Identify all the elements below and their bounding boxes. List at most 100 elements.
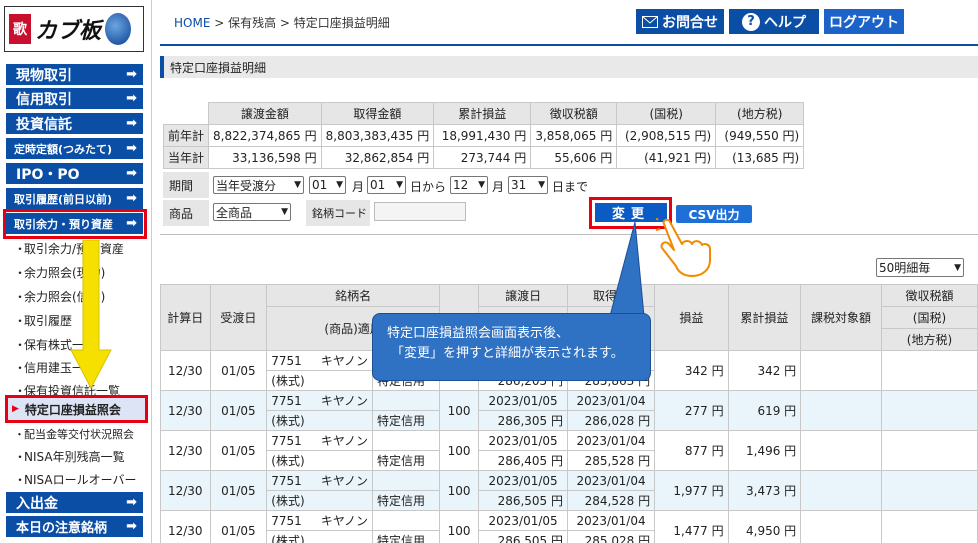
highlight-box-tokutei [5, 395, 148, 423]
period-type-select[interactable]: 当年受渡分 ▼ [213, 176, 304, 194]
issue-code: 7751 [271, 434, 302, 448]
breadcrumb-home-link[interactable]: HOME [174, 16, 210, 30]
cell-profit: 342 円 [654, 350, 729, 391]
from-day-select[interactable]: 01 ▼ [367, 176, 406, 194]
chevron-down-icon: ▼ [396, 180, 403, 190]
breadcrumb: HOME > 保有残高 > 特定口座損益明細 [174, 14, 390, 31]
sub-item[interactable]: ・取引履歴 [14, 312, 72, 329]
nav-ipo[interactable]: IPO・PO ➡ [6, 163, 143, 184]
cell-acquire-amount: 285,528 円 [567, 450, 656, 471]
nav-label: 信用取引 [16, 91, 72, 108]
summary-cell: (13,685 円) [715, 146, 805, 169]
arrow-right-icon: ➡ [126, 519, 137, 534]
month-unit: 月 [352, 180, 365, 194]
rows-per-page-select[interactable]: 50明細毎 ▼ [876, 258, 964, 277]
table-row: 12/3001/057751 キヤノン 1002023/01/052023/01/… [160, 470, 978, 511]
summary-header: 徴収税額 [530, 102, 618, 125]
chevron-down-icon: ▼ [336, 180, 343, 190]
select-value: 12 [453, 178, 469, 192]
sub-item[interactable]: ・配当金等交付状況照会 [14, 426, 134, 442]
nav-shinyo[interactable]: 信用取引 ➡ [6, 88, 143, 109]
logo-text: カブ板 [35, 18, 102, 44]
summary-header: 累計損益 [433, 102, 532, 125]
cell-code: 7751 キヤノン [266, 510, 373, 531]
cell-code: 7751 キヤノン [266, 430, 373, 451]
contact-button[interactable]: お問合せ [636, 9, 724, 34]
contact-label: お問合せ [662, 14, 718, 31]
cell-calc-date: 12/30 [160, 430, 211, 471]
summary-cell: 18,991,430 円 [433, 124, 532, 147]
cell-settle-date: 01/05 [209, 430, 268, 471]
logout-button[interactable]: ログアウト [824, 9, 904, 34]
issue-code-input[interactable] [374, 202, 466, 221]
summary-header: 譲渡金額 [208, 102, 322, 125]
cell-blank [371, 470, 440, 491]
issue-name: キヤノン [320, 474, 368, 488]
to-day-select[interactable]: 31 ▼ [508, 176, 548, 194]
logo[interactable]: 歌 カブ板 [4, 6, 144, 52]
product-select[interactable]: 全商品 ▼ [213, 203, 291, 221]
callout-line: 「変更」を押すと詳細が表示されます。 [391, 346, 624, 361]
select-value: 01 [312, 178, 328, 192]
cell-transfer-date: 2023/01/05 [478, 470, 569, 491]
pointing-hand-icon [656, 218, 711, 277]
cell-acquire-date: 2023/01/04 [567, 430, 656, 451]
summary-row: 前年計 8,822,374,865 円 8,803,383,435 円 18,9… [162, 124, 805, 147]
summary-cell: 55,606 円 [530, 146, 618, 169]
help-label: ヘルプ [764, 14, 806, 31]
cell-tax [880, 390, 978, 431]
cell-profit: 1,977 円 [654, 470, 729, 511]
nav-tsumitate[interactable]: 定時定額(つみたて) ➡ [6, 138, 143, 159]
cell-settle-date: 01/05 [209, 350, 268, 391]
nav-history[interactable]: 取引履歴(前日以前) ➡ [6, 188, 143, 209]
sub-item[interactable]: ・NISA年別残高一覧 [14, 448, 125, 465]
cell-calc-date: 12/30 [160, 470, 211, 511]
table-row: 12/3001/057751 キヤノン 1002023/01/052023/01/… [160, 510, 978, 543]
nav-genbutsu[interactable]: 現物取引 ➡ [6, 64, 143, 85]
summary-cell: 33,136,598 円 [208, 146, 322, 169]
cell-transfer-date: 2023/01/05 [478, 430, 569, 451]
cell-type: (株式) [266, 450, 373, 471]
nav-toshin[interactable]: 投資信託 ➡ [6, 113, 143, 134]
summary-table: 譲渡金額 取得金額 累計損益 徴収税額 (国税) (地方税) 前年計 8,822… [162, 102, 805, 169]
sub-item-label: 取引履歴 [24, 314, 73, 328]
nav-label: 投資信託 [16, 116, 72, 133]
cell-calc-date: 12/30 [160, 350, 211, 391]
select-value: 31 [511, 178, 527, 192]
nav-nyushukkin[interactable]: 入出金 ➡ [6, 492, 143, 513]
cell-code: 7751 キヤノン [266, 350, 373, 371]
cell-acquire-date: 2023/01/04 [567, 510, 656, 531]
from-month-select[interactable]: 01 ▼ [309, 176, 346, 194]
header-local: (地方税) [880, 328, 978, 351]
summary-cell: 32,862,854 円 [320, 146, 435, 169]
dragon-icon [105, 13, 132, 45]
cell-calc-date: 12/30 [160, 390, 211, 431]
logout-label: ログアウト [829, 14, 899, 31]
cell-cum-profit: 619 円 [727, 390, 802, 431]
header-calc-date: 計算日 [160, 284, 211, 351]
from-suffix: 日から [410, 180, 447, 194]
cell-tax [880, 350, 978, 391]
section-divider [160, 234, 978, 235]
nav-label: IPO・PO [16, 166, 80, 183]
nav-label: 取引履歴(前日以前) [14, 192, 113, 206]
sidebar: 歌 カブ板 現物取引 ➡ 信用取引 ➡ 投資信託 ➡ 定時定額(つみたて) ➡ IPO・… [0, 0, 152, 543]
nav-chui[interactable]: 本日の注意銘柄 ➡ [6, 516, 143, 537]
nav-label: 定時定額(つみたて) [14, 142, 113, 156]
cell-transfer-amount: 286,305 円 [478, 410, 569, 431]
issue-code: 7751 [271, 474, 302, 488]
help-button[interactable]: ? ヘルプ [729, 9, 819, 34]
sub-item[interactable]: ・NISAロールオーバー [14, 471, 136, 488]
cell-type: (株式) [266, 490, 373, 511]
cell-calc-date: 12/30 [160, 510, 211, 543]
sub-item-label: NISA年別残高一覧 [24, 450, 125, 464]
cell-acquire-date: 2023/01/04 [567, 470, 656, 491]
cell-profit: 877 円 [654, 430, 729, 471]
cell-taxable [800, 350, 882, 391]
cell-taxable [800, 390, 882, 431]
arrow-right-icon: ➡ [126, 141, 137, 156]
to-month-select[interactable]: 12 ▼ [450, 176, 488, 194]
header-acquire-date: 取得日 [567, 284, 656, 307]
arrow-right-icon: ➡ [126, 67, 137, 82]
cell-cum-profit: 4,950 円 [727, 510, 802, 543]
